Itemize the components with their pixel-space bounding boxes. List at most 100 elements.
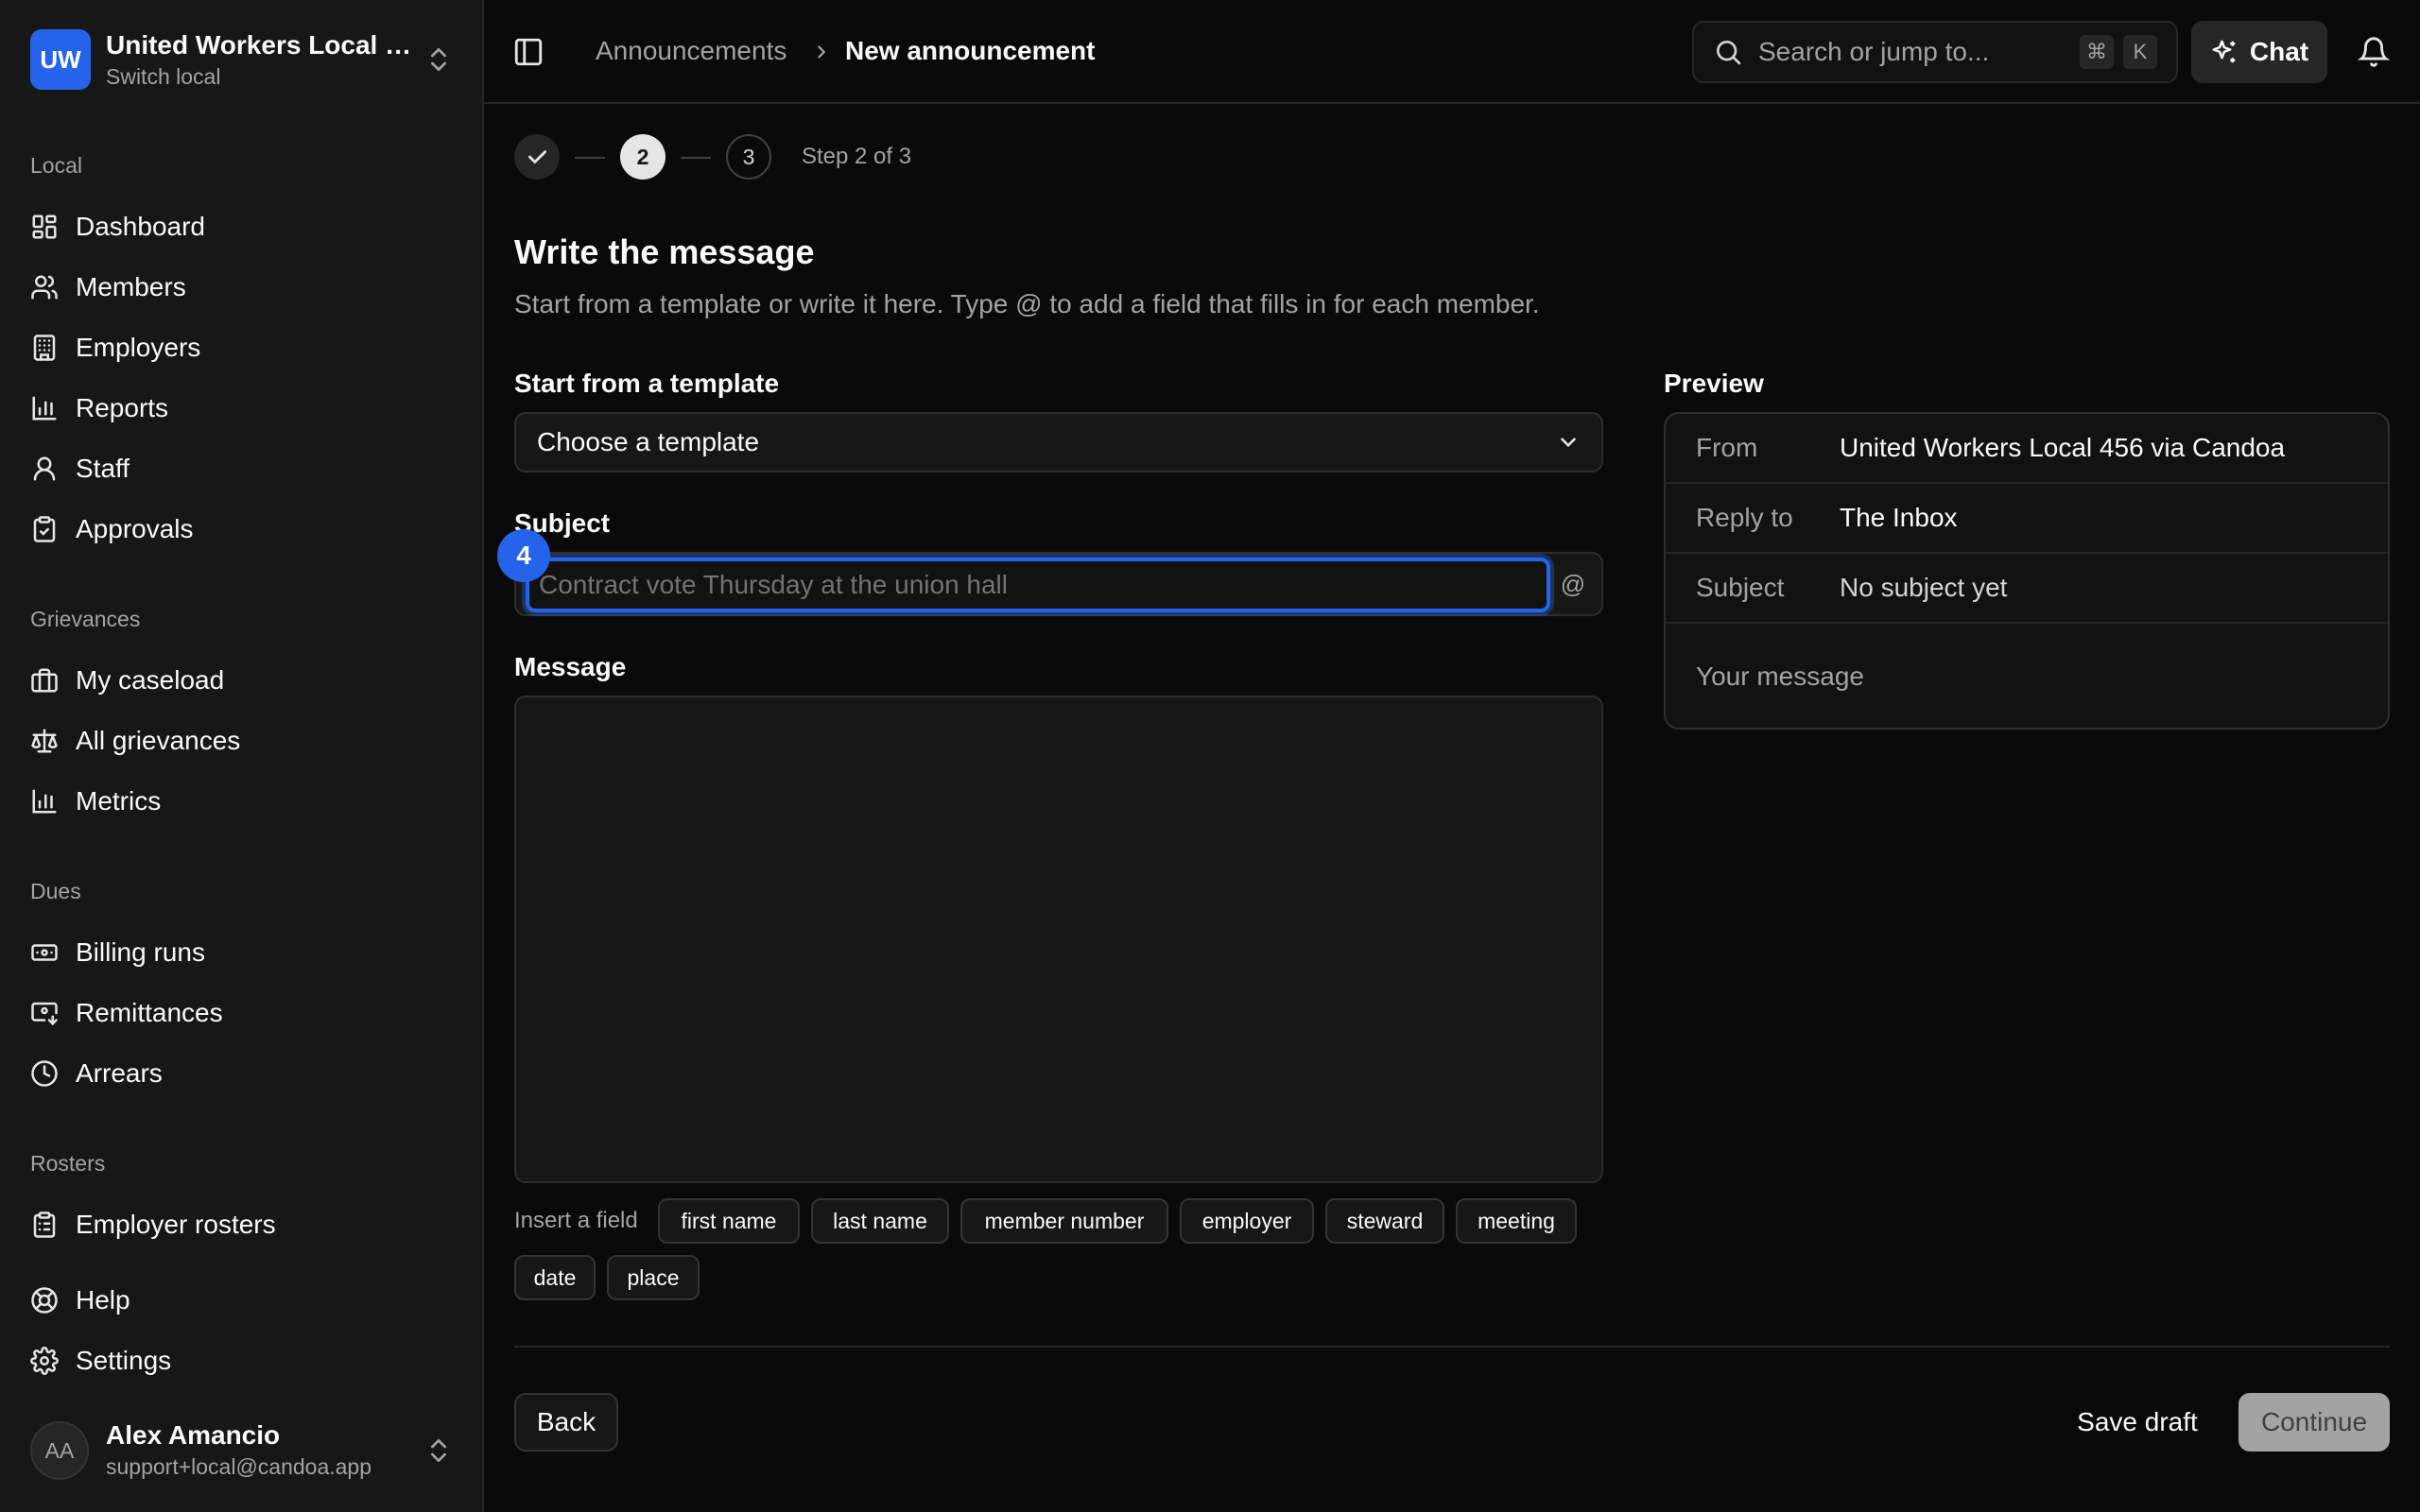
sidebar-item-label: Dashboard [76,212,205,241]
chat-label: Chat [2249,37,2309,66]
avatar: AA [30,1421,89,1480]
preview-row-reply-to: Reply to The Inbox [1666,484,2388,554]
sidebar-item-label: Arrears [76,1058,163,1088]
org-switcher[interactable]: UW United Workers Local 456 Switch local [30,28,454,91]
subject-input[interactable] [526,558,1550,612]
user-menu[interactable]: AA Alex Amancio support+local@candoa.app [30,1418,454,1484]
template-select[interactable]: Choose a template [514,412,1603,472]
field-chip-steward[interactable]: steward [1325,1198,1444,1244]
sidebar-item-my-caseload[interactable]: My caseload [30,656,454,705]
preview-message: Your message [1696,662,1864,691]
field-chip-last-name[interactable]: last name [811,1198,949,1244]
sidebar-item-label: Settings [76,1346,172,1375]
sidebar-item-employer-rosters[interactable]: Employer rosters [30,1200,454,1249]
step-label: Step 2 of 3 [802,144,912,169]
section-label-grievances: Grievances [30,607,141,631]
shortcut-key-cmd: ⌘ [2080,35,2114,69]
user-email: support+local@candoa.app [106,1454,372,1479]
sidebar-item-remittances[interactable]: Remittances [30,988,454,1038]
banknote-icon [31,944,58,961]
clock-icon [31,1060,58,1087]
step-connector [681,157,711,159]
org-name: United Workers Local 456 [106,30,412,60]
org-switch-label: Switch local [106,64,221,89]
breadcrumb-announcements[interactable]: Announcements [596,36,786,66]
preview-row-from: From United Workers Local 456 via Candoa [1666,414,2388,484]
sidebar: UW United Workers Local 456 Switch local… [0,0,484,1512]
field-chip-date[interactable]: date [514,1255,596,1300]
sidebar-item-approvals[interactable]: Approvals [30,505,454,554]
sparkles-icon [2212,40,2236,63]
section-label-dues: Dues [30,879,81,903]
preview-panel: From United Workers Local 456 via Candoa… [1664,412,2390,730]
sidebar-item-label: Employer rosters [76,1210,276,1239]
bar-chart-icon [32,789,57,814]
sidebar-item-all-grievances[interactable]: All grievances [30,716,454,765]
field-chip-employer[interactable]: employer [1180,1198,1314,1244]
search-input[interactable]: Search or jump to... ⌘ K [1692,21,2178,83]
template-label: Start from a template [514,369,780,398]
preview-subject-key: Subject [1696,573,1785,602]
page-title: Write the message [514,232,815,271]
message-textarea[interactable] [514,696,1603,1183]
step-1-complete[interactable] [514,134,560,180]
annotation-badge: 4 [497,529,550,582]
sidebar-item-help[interactable]: Help [30,1276,454,1325]
section-label-rosters: Rosters [30,1151,106,1176]
clipboard-check-icon [33,516,56,542]
clipboard-list-icon [33,1211,56,1238]
save-draft-button[interactable]: Save draft [2061,1393,2214,1452]
org-avatar: UW [30,29,91,90]
sidebar-item-label: Approvals [76,514,194,543]
sidebar-item-settings[interactable]: Settings [30,1336,454,1385]
chevron-down-icon [1561,438,1576,448]
users-icon [31,275,58,300]
sidebar-item-dashboard[interactable]: Dashboard [30,202,454,251]
insert-field-at-button[interactable]: @ [1558,569,1588,599]
sidebar-toggle-icon[interactable] [512,36,544,68]
sidebar-item-reports[interactable]: Reports [30,384,454,433]
field-chip-meeting[interactable]: meeting [1456,1198,1577,1244]
sidebar-item-label: Members [76,272,186,301]
sidebar-item-arrears[interactable]: Arrears [30,1049,454,1098]
sidebar-item-label: Staff [76,454,130,483]
field-chip-place[interactable]: place [607,1255,700,1300]
field-chip-member-number[interactable]: member number [960,1198,1168,1244]
message-label: Message [514,652,627,681]
briefcase-icon [31,668,58,693]
sidebar-item-billing-runs[interactable]: Billing runs [30,928,454,977]
preview-subject-value: No subject yet [1840,573,2008,602]
field-chip-first-name[interactable]: first name [658,1198,800,1244]
continue-button[interactable]: Continue [2238,1393,2390,1452]
footer-divider [514,1346,2390,1348]
preview-reply-value: The Inbox [1840,503,1958,532]
chevron-up-down-icon [431,48,446,71]
gear-icon [30,1347,59,1375]
sidebar-item-members[interactable]: Members [30,263,454,312]
sidebar-item-label: Billing runs [76,937,205,967]
sidebar-item-metrics[interactable]: Metrics [30,777,454,826]
user-icon [33,456,56,481]
section-label-local: Local [30,153,82,178]
sidebar-item-label: Employers [76,333,201,362]
sidebar-item-label: Help [76,1285,130,1314]
shortcut-key-k: K [2123,35,2157,69]
back-button[interactable]: Back [514,1393,618,1452]
template-select-value: Choose a template [537,427,760,456]
check-icon [528,150,547,164]
chat-button[interactable]: Chat [2191,21,2327,83]
subject-field: @ [514,552,1603,616]
user-name: Alex Amancio [106,1420,281,1450]
scale-icon [31,729,58,753]
preview-from-key: From [1696,433,1758,462]
chevron-right-icon [818,45,826,59]
preview-label: Preview [1664,369,1764,398]
sidebar-item-employers[interactable]: Employers [30,323,454,372]
insert-field-label: Insert a field [514,1208,638,1233]
bell-icon[interactable] [2358,36,2390,68]
preview-reply-key: Reply to [1696,503,1793,532]
sidebar-item-staff[interactable]: Staff [30,444,454,493]
page-description: Start from a template or write it here. … [514,289,1540,318]
banknote-arrow-icon [31,1002,58,1026]
sidebar-item-label: Reports [76,393,169,422]
